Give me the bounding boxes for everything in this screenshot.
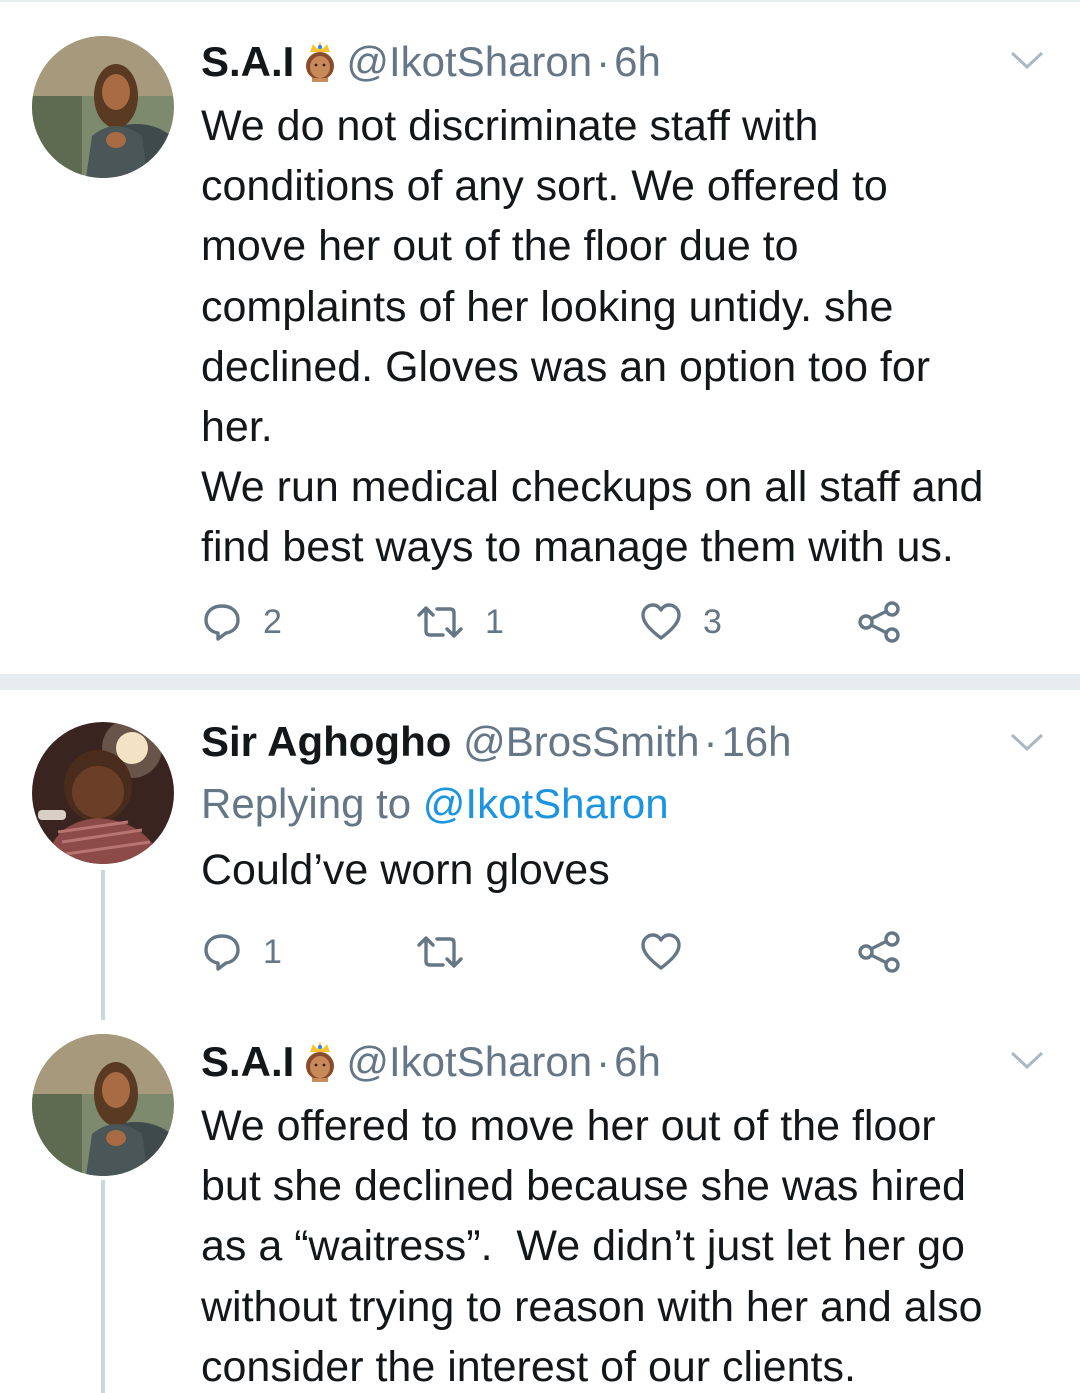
text-line: We run medical checkups on all staff and [201, 463, 984, 512]
text-line: We offered to move her out of the floor [201, 1102, 936, 1150]
princess-emoji-icon [306, 42, 335, 82]
tweet-actions: 2 1 3 [201, 594, 921, 650]
tweet-header: S.A.I @IkotSharon·6h [201, 36, 1040, 88]
text-line: without trying to reason with her and al… [201, 1282, 983, 1331]
avatar-man-photo-icon [32, 722, 174, 864]
avatar[interactable] [32, 722, 174, 864]
separator: · [596, 38, 611, 85]
text-line: find best ways to manage them with us. [201, 523, 954, 572]
share-button[interactable] [857, 924, 903, 980]
share-icon [858, 931, 900, 973]
tweet-text: Could’ve worn gloves [201, 840, 1040, 900]
text-line: her. [201, 403, 273, 452]
text-line: We do not discriminate staff with [201, 102, 819, 150]
share-button[interactable] [857, 594, 903, 650]
avatar-woman-photo-icon [32, 1034, 174, 1176]
reply-icon [204, 604, 240, 641]
avatar[interactable] [32, 36, 174, 178]
reply-button[interactable]: 2 [201, 594, 282, 650]
tweet-1[interactable]: S.A.I @IkotSharon·6h We do not discrimin… [0, 0, 1080, 672]
princess-emoji-icon [306, 1042, 335, 1082]
like-button[interactable]: 3 [639, 594, 722, 650]
retweet-icon [417, 606, 463, 638]
replying-to: Replying to @IkotSharon [201, 776, 1040, 832]
separator: · [596, 1038, 611, 1085]
reply-button[interactable]: 1 [201, 924, 282, 980]
tweet-content: S.A.I @IkotSharon·6h We offered to move … [201, 1036, 1040, 1393]
separator: · [703, 718, 718, 765]
text-line: move her out of the floor due to [201, 222, 799, 271]
retweet-button[interactable]: 1 [415, 594, 504, 650]
avatar-woman-photo-icon [32, 36, 174, 178]
tweet-3[interactable]: S.A.I @IkotSharon·6h We offered to move … [0, 1020, 1080, 1393]
tweet-header: Sir Aghogho @BrosSmith·16h [201, 716, 1040, 768]
display-name[interactable]: Sir Aghogho [201, 718, 451, 765]
chevron-down-icon[interactable] [1010, 50, 1044, 70]
thread-line [101, 870, 105, 1020]
timestamp[interactable]: 6h [614, 38, 661, 85]
timestamp[interactable]: 16h [721, 718, 791, 765]
text-line: as a “waitress”. We didn’t just let her … [201, 1222, 965, 1271]
replying-handle-link[interactable]: @IkotSharon [423, 780, 669, 827]
text-line: Could’ve worn gloves [201, 846, 610, 894]
reply-icon [204, 934, 240, 971]
handle[interactable]: @IkotSharon [346, 1038, 592, 1085]
handle[interactable]: @BrosSmith [463, 718, 699, 765]
tweet-content: Sir Aghogho @BrosSmith·16h Replying to @… [201, 716, 1040, 900]
tweet-2[interactable]: Sir Aghogho @BrosSmith·16h Replying to @… [0, 690, 1080, 1020]
retweet-count: 1 [485, 602, 504, 641]
timestamp[interactable]: 6h [614, 1038, 661, 1085]
tweet-content: S.A.I @IkotSharon·6h We do not discrimin… [201, 36, 1040, 578]
retweet-icon [417, 936, 463, 968]
text-line: consider the interest of our clients. [201, 1342, 856, 1391]
text-line: declined. Gloves was an option too for [201, 342, 931, 391]
display-name[interactable]: S.A.I [201, 1038, 294, 1085]
like-button[interactable] [639, 924, 683, 980]
text-line: complaints of her looking untidy. she [201, 282, 894, 331]
tweet-text: We offered to move her out of the floor … [201, 1096, 1040, 1393]
like-count: 3 [703, 602, 722, 641]
share-icon [858, 601, 900, 643]
handle[interactable]: @IkotSharon [346, 38, 592, 85]
heart-icon [641, 933, 681, 970]
avatar[interactable] [32, 1034, 174, 1176]
reply-count: 1 [263, 932, 282, 971]
display-name[interactable]: S.A.I [201, 38, 294, 85]
text-line: but she declined because she was hired [201, 1162, 966, 1211]
replying-label: Replying to [201, 780, 412, 827]
text-line: conditions of any sort. We offered to [201, 162, 888, 211]
heart-icon [641, 603, 681, 640]
chevron-down-icon[interactable] [1010, 1050, 1044, 1070]
thread-line [101, 1180, 105, 1393]
tweet-actions: 1 [201, 924, 921, 980]
reply-count: 2 [263, 602, 282, 641]
chevron-down-icon[interactable] [1010, 732, 1044, 752]
tweet-header: S.A.I @IkotSharon·6h [201, 1036, 1040, 1088]
timeline: S.A.I @IkotSharon·6h We do not discrimin… [0, 0, 1080, 1393]
tweet-text: We do not discriminate staff with condit… [201, 96, 1040, 578]
retweet-button[interactable] [415, 924, 465, 980]
tweet-divider [0, 674, 1080, 690]
